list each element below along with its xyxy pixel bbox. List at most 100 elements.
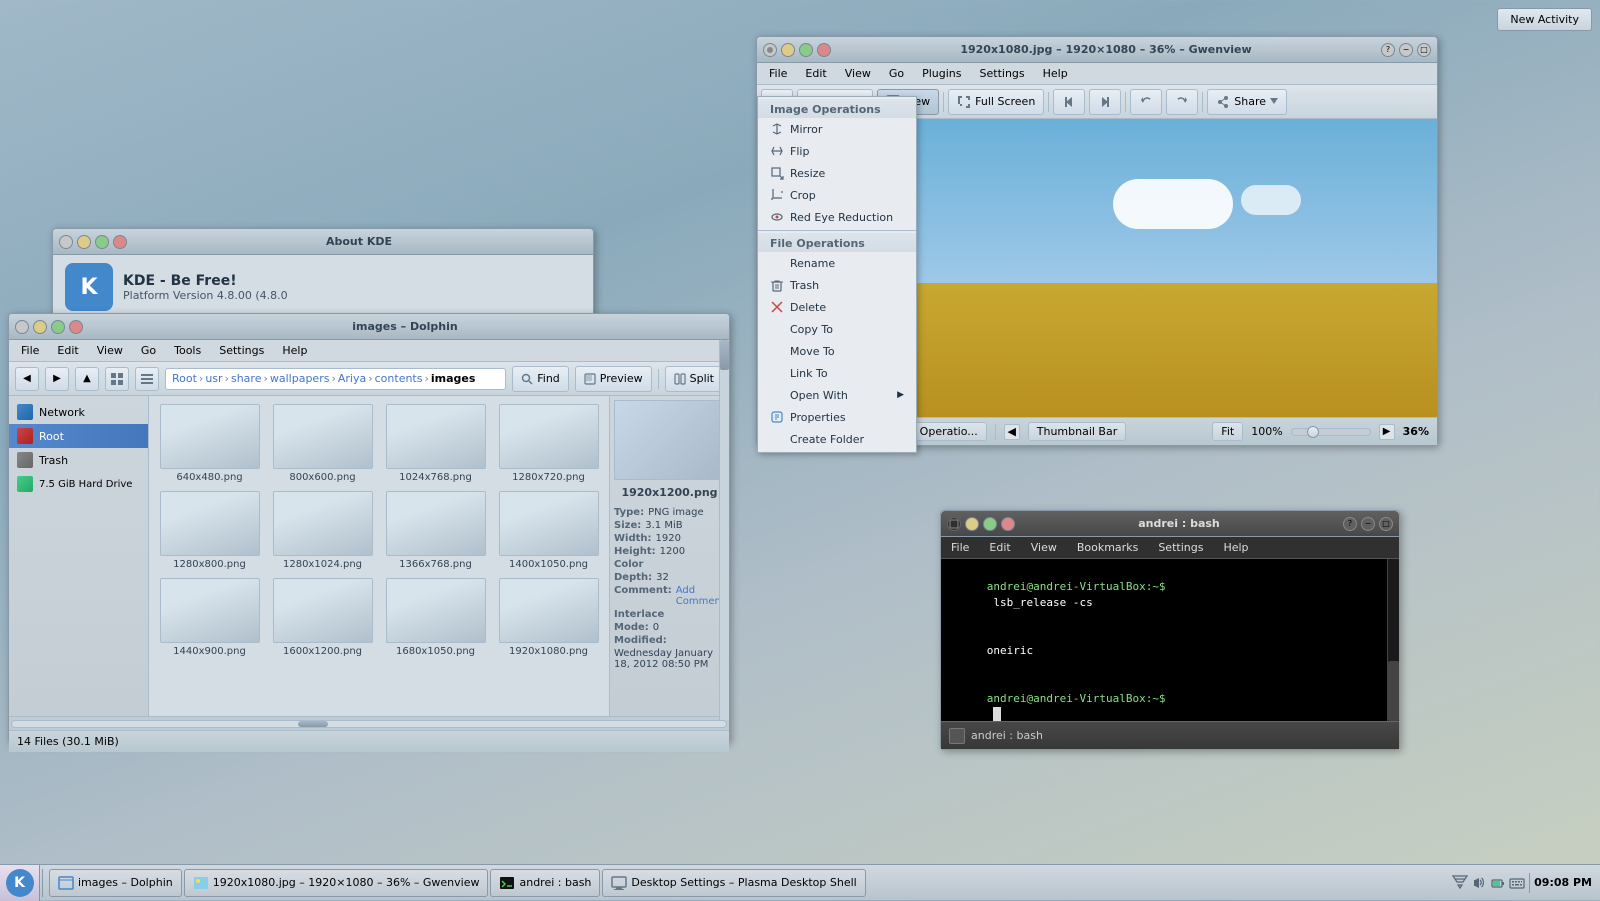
ctx-red-eye[interactable]: Red Eye Reduction	[758, 206, 916, 228]
bash-menu-file[interactable]: File	[945, 539, 975, 556]
thumb-1400x1050[interactable]: 1400x1050.png	[496, 491, 601, 570]
bash-content[interactable]: andrei@andrei-VirtualBox:~$ lsb_release …	[941, 559, 1399, 721]
gwenview-next-btn[interactable]	[1089, 89, 1121, 115]
dolphin-list-btn[interactable]	[135, 367, 159, 391]
tray-battery-icon[interactable]	[1490, 875, 1506, 891]
gwenview-menu-go[interactable]: Go	[881, 65, 912, 82]
ctx-copy-to[interactable]: Copy To	[758, 318, 916, 340]
gwenview-menu-edit[interactable]: Edit	[797, 65, 834, 82]
bash-scrollbar[interactable]	[1387, 559, 1399, 721]
dolphin-icons-btn[interactable]	[105, 367, 129, 391]
dolphin-menu-tools[interactable]: Tools	[166, 342, 209, 359]
thumb-1366x768[interactable]: 1366x768.png	[383, 491, 488, 570]
thumb-1600x1200[interactable]: 1600x1200.png	[270, 578, 375, 657]
thumb-800x600[interactable]: 800x600.png	[270, 404, 375, 483]
thumb-1024x768[interactable]: 1024x768.png	[383, 404, 488, 483]
breadcrumb-images[interactable]: images	[431, 372, 476, 385]
ctx-properties[interactable]: Properties	[758, 406, 916, 428]
new-activity-button[interactable]: New Activity	[1497, 8, 1592, 31]
ctx-link-to[interactable]: Link To	[758, 362, 916, 384]
thumb-1680x1050[interactable]: 1680x1050.png	[383, 578, 488, 657]
zoom-slider[interactable]	[1291, 428, 1371, 436]
bash-restore-btn[interactable]: □	[1379, 517, 1393, 531]
ctx-create-folder[interactable]: Create Folder	[758, 428, 916, 450]
gwenview-help-btn[interactable]: ?	[1381, 43, 1395, 57]
bash-menu-help[interactable]: Help	[1217, 539, 1254, 556]
gwenview-max-btn[interactable]	[799, 43, 813, 57]
ctx-move-to[interactable]: Move To	[758, 340, 916, 362]
tray-keyboard-icon[interactable]	[1509, 875, 1525, 891]
gwenview-menu-file[interactable]: File	[761, 65, 795, 82]
gwenview-min-btn[interactable]	[781, 43, 795, 57]
tray-network-icon[interactable]	[1452, 875, 1468, 891]
dolphin-scrollbar-track[interactable]	[11, 720, 727, 728]
ctx-mirror[interactable]: Mirror	[758, 118, 916, 140]
dolphin-max-btn[interactable]	[51, 320, 65, 334]
dolphin-back-btn[interactable]: ◀	[15, 367, 39, 391]
gwenview-menu-view[interactable]: View	[837, 65, 879, 82]
dolphin-menu-view[interactable]: View	[89, 342, 131, 359]
thumb-1280x800[interactable]: 1280x800.png	[157, 491, 262, 570]
thumb-1440x900[interactable]: 1440x900.png	[157, 578, 262, 657]
dolphin-menu-go[interactable]: Go	[133, 342, 164, 359]
ctx-crop[interactable]: Crop	[758, 184, 916, 206]
preview-scrollbar[interactable]	[719, 396, 729, 716]
dolphin-preview-btn[interactable]: Preview	[575, 366, 652, 392]
dolphin-sticky-btn[interactable]	[15, 320, 29, 334]
taskbar-item-bash[interactable]: andrei : bash	[490, 869, 600, 897]
gwenview-thumbnail-bar-btn[interactable]: Thumbnail Bar	[1028, 422, 1127, 441]
gwenview-close-btn[interactable]	[817, 43, 831, 57]
gwenview-undo-btn[interactable]	[1130, 89, 1162, 115]
taskbar-item-gwenview[interactable]: 1920x1080.jpg – 1920×1080 – 36% – Gwenvi…	[184, 869, 489, 897]
dolphin-scrollbar-h[interactable]	[9, 716, 729, 730]
thumb-1280x1024[interactable]: 1280x1024.png	[270, 491, 375, 570]
bash-sticky-btn[interactable]	[947, 517, 961, 531]
gwenview-prev-btn[interactable]	[1053, 89, 1085, 115]
bash-close-btn[interactable]	[1001, 517, 1015, 531]
bash-scrollbar-thumb[interactable]	[1388, 661, 1399, 721]
gwenview-redo-btn[interactable]	[1166, 89, 1198, 115]
ctx-rename[interactable]: Rename	[758, 252, 916, 274]
ctx-delete[interactable]: Delete	[758, 296, 916, 318]
gwenview-fullscreen-btn[interactable]: Full Screen	[948, 89, 1044, 115]
gwenview-menu-plugins[interactable]: Plugins	[914, 65, 969, 82]
dolphin-forward-btn[interactable]: ▶	[45, 367, 69, 391]
bash-menu-view[interactable]: View	[1025, 539, 1063, 556]
about-close-btn[interactable]	[113, 235, 127, 249]
bash-max-btn[interactable]	[983, 517, 997, 531]
breadcrumb-ariya[interactable]: Ariya	[338, 372, 366, 385]
dolphin-split-btn[interactable]: Split	[665, 366, 723, 392]
dolphin-menu-file[interactable]: File	[13, 342, 47, 359]
gwenview-sticky-btn[interactable]	[763, 43, 777, 57]
dolphin-menu-settings[interactable]: Settings	[211, 342, 272, 359]
ctx-trash[interactable]: Trash	[758, 274, 916, 296]
about-max-btn[interactable]	[95, 235, 109, 249]
gwenview-menu-help[interactable]: Help	[1035, 65, 1076, 82]
sidebar-item-trash[interactable]: Trash	[9, 448, 148, 472]
ctx-open-with[interactable]: Open With ▶	[758, 384, 916, 406]
taskbar-start-btn[interactable]: K	[0, 865, 40, 901]
bash-menu-bookmarks[interactable]: Bookmarks	[1071, 539, 1144, 556]
breadcrumb-contents[interactable]: contents	[375, 372, 423, 385]
dolphin-menu-edit[interactable]: Edit	[49, 342, 86, 359]
sidebar-item-network[interactable]: Network	[9, 400, 148, 424]
bash-min-btn[interactable]	[965, 517, 979, 531]
ctx-flip[interactable]: Flip	[758, 140, 916, 162]
breadcrumb-usr[interactable]: usr	[205, 372, 222, 385]
thumb-640x480[interactable]: 640x480.png	[157, 404, 262, 483]
dolphin-up-btn[interactable]: ▲	[75, 367, 99, 391]
gwenview-restore-btn[interactable]: □	[1417, 43, 1431, 57]
breadcrumb-wallpapers[interactable]: wallpapers	[270, 372, 330, 385]
taskbar-item-dolphin[interactable]: images – Dolphin	[49, 869, 182, 897]
gwenview-ops-btn[interactable]: Operatio...	[911, 422, 987, 441]
thumb-1920x1080[interactable]: 1920x1080.png	[496, 578, 601, 657]
gwenview-share-btn[interactable]: Share	[1207, 89, 1287, 115]
statusbar-right-btn[interactable]: ▶	[1379, 424, 1395, 440]
sidebar-item-drive[interactable]: 7.5 GiB Hard Drive	[9, 472, 148, 496]
sidebar-item-root[interactable]: Root	[9, 424, 148, 448]
gwenview-fit-btn[interactable]: Fit	[1212, 422, 1243, 441]
bash-menu-settings[interactable]: Settings	[1152, 539, 1209, 556]
breadcrumb-share[interactable]: share	[231, 372, 262, 385]
bash-help-btn[interactable]: ?	[1343, 517, 1357, 531]
bash-shade-btn[interactable]: −	[1361, 517, 1375, 531]
